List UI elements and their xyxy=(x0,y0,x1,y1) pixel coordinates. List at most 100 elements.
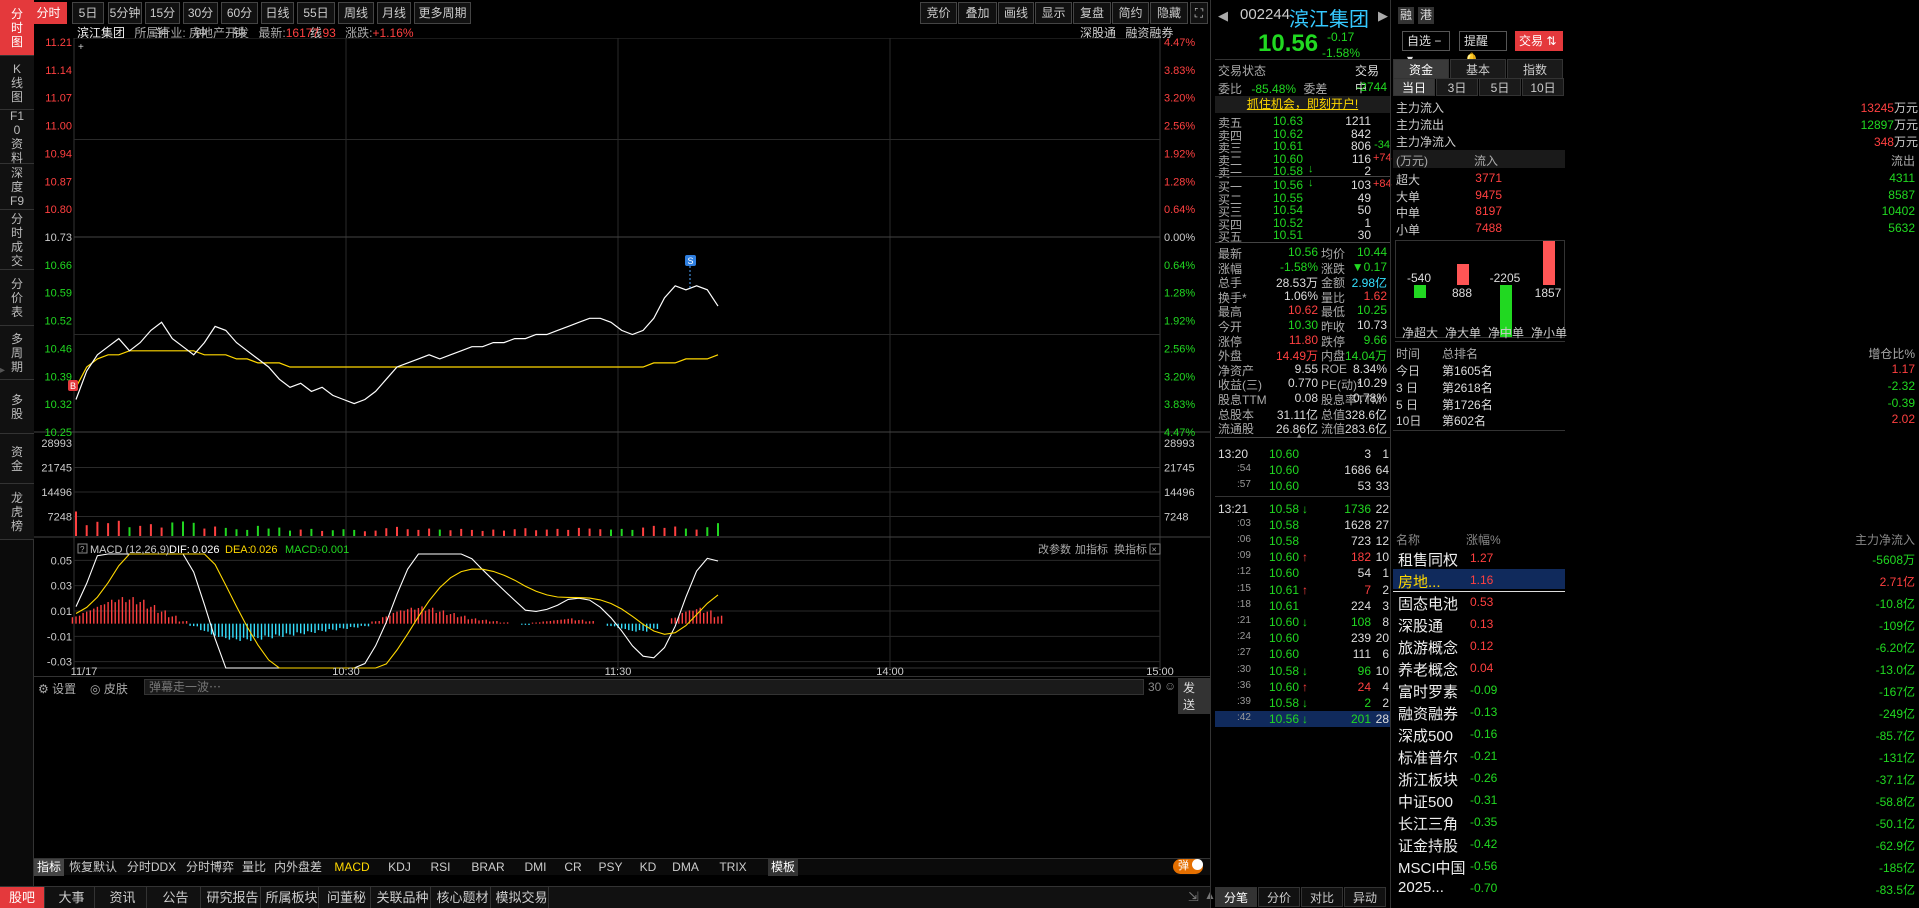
indicator-tab-0[interactable]: 指标 xyxy=(34,859,64,876)
toolbar-auction-button[interactable]: 竞价 xyxy=(920,2,957,24)
fund-day-tab-1[interactable]: 3日 xyxy=(1436,78,1478,96)
toolbar-draw-button[interactable]: 画线 xyxy=(998,2,1034,24)
sector-name[interactable]: 固态电池 xyxy=(1398,593,1458,614)
sidebar-tab-kline[interactable]: K线图 xyxy=(0,56,34,110)
send-button[interactable]: 发送 xyxy=(1178,678,1210,714)
change-params-link[interactable]: 改参数 xyxy=(1038,542,1071,556)
period-5day-button[interactable]: 5日 xyxy=(72,2,104,24)
open-account-banner[interactable]: 抓住机会，即刻开户! xyxy=(1215,96,1390,113)
sector-name[interactable]: 房地... xyxy=(1398,571,1441,592)
indicator-tab-2[interactable]: 分时DDX xyxy=(122,859,181,876)
period-weekly-button[interactable]: 周线 xyxy=(338,2,374,24)
bottom-tab-5[interactable]: 所属板块 xyxy=(265,887,319,908)
sidebar-tab-intraday[interactable]: 分时图 xyxy=(0,0,34,56)
hk-tag[interactable]: 港 xyxy=(1418,7,1434,24)
trade-button[interactable]: 交易 ⇅ xyxy=(1515,31,1563,51)
sector-name[interactable]: 旅游概念 xyxy=(1398,637,1458,658)
danmu-toggle[interactable]: 弹 xyxy=(1173,859,1203,874)
bottom-tab-7[interactable]: 关联品种 xyxy=(375,887,431,908)
sidebar-tab-depth[interactable]: 深度F9 xyxy=(0,164,34,210)
settings-button[interactable]: ⚙ 设置 xyxy=(38,680,76,697)
sidebar-tab-fund[interactable]: 资金 xyxy=(0,434,34,484)
indicator-tab-5[interactable]: 内外盘差 xyxy=(273,859,323,876)
period-intraday-button[interactable]: 分时 xyxy=(30,2,67,24)
bottom-tab-4[interactable]: 研究报告 xyxy=(205,887,261,908)
sector-name[interactable]: 浙江板块 xyxy=(1398,769,1458,790)
sector-name[interactable]: 证金持股 xyxy=(1398,835,1458,856)
bottom-tab-8[interactable]: 核心题材 xyxy=(435,887,491,908)
danmu-input[interactable] xyxy=(144,679,1144,695)
fund-tab-2[interactable]: 指数 xyxy=(1507,59,1563,79)
emoji-icon[interactable]: ☺ xyxy=(1164,679,1176,693)
bottom-tab-3[interactable]: 公告 xyxy=(151,887,201,908)
period-monthly-button[interactable]: 月线 xyxy=(377,2,411,24)
sidebar-tab-multi-stock[interactable]: 多股 xyxy=(0,380,34,434)
period-15min-button[interactable]: 15分钟 xyxy=(145,2,180,40)
indicator-tab-9[interactable]: BRAR xyxy=(463,859,513,876)
alert-button[interactable]: 提醒 🔔 xyxy=(1459,31,1507,66)
indicator-tab-8[interactable]: RSI xyxy=(422,859,459,876)
chevron-up-icon[interactable]: ▴ xyxy=(1297,430,1302,441)
sector-name[interactable]: 标准普尔 xyxy=(1398,747,1458,768)
indicator-tab-15[interactable]: TRIX xyxy=(708,859,758,876)
indicator-tab-14[interactable]: DMA xyxy=(667,859,704,876)
sidebar-tab-f10[interactable]: F10资料 xyxy=(0,109,34,165)
fund-day-tab-2[interactable]: 5日 xyxy=(1479,78,1521,96)
sidebar-tab-price-table[interactable]: 分价表 xyxy=(0,270,34,326)
indicator-tab-1[interactable]: 恢复默认 xyxy=(68,859,118,876)
toolbar-hide-button[interactable]: 隐藏 xyxy=(1150,2,1188,24)
fund-day-tab-3[interactable]: 10日 xyxy=(1522,78,1564,96)
add-indicator-link[interactable]: 加指标 xyxy=(1075,542,1108,556)
tick-tab-3[interactable]: 异动 xyxy=(1344,887,1386,907)
bottom-tab-9[interactable]: 模拟交易 xyxy=(495,887,549,908)
sector-name[interactable]: 租售同权 xyxy=(1398,549,1458,570)
indicator-tab-6[interactable]: MACD xyxy=(327,859,377,876)
prev-stock-icon[interactable]: ◀ xyxy=(1218,8,1228,24)
fund-tab-0[interactable]: 资金 xyxy=(1393,59,1449,79)
tick-tab-0[interactable]: 分笔 xyxy=(1215,887,1257,907)
indicator-tab-4[interactable]: 量比 xyxy=(239,859,269,876)
sidebar-tab-dragon-tiger[interactable]: 龙虎榜 xyxy=(0,484,34,540)
bottom-tab-6[interactable]: 问董秘 xyxy=(323,887,371,908)
period-more-button[interactable]: 更多周期 xyxy=(414,2,471,24)
tick-tab-1[interactable]: 分价 xyxy=(1258,887,1300,907)
fund-day-tab-0[interactable]: 当日 xyxy=(1393,78,1435,96)
bottom-tab-0[interactable]: 股吧 xyxy=(0,887,45,908)
bottom-tab-1[interactable]: 大事 xyxy=(49,887,95,908)
sector-name[interactable]: 深股通 xyxy=(1398,615,1443,636)
sector-name[interactable]: 富时罗素 xyxy=(1398,681,1458,702)
indicator-tab-10[interactable]: DMI xyxy=(517,859,554,876)
indicator-tab-16[interactable]: 模板 xyxy=(768,859,798,876)
sidebar-tab-multi-period[interactable]: 多周期 xyxy=(0,326,34,380)
sector-name[interactable]: 中证500 xyxy=(1398,791,1453,812)
toolbar-simple-button[interactable]: 简约 xyxy=(1112,2,1149,24)
main-chart[interactable]: 11.21 4.47% 11.14 3.83% 11.07 3.20% 11.00 2.56%… xyxy=(34,38,1210,676)
period-daily-button[interactable]: 日线 xyxy=(261,2,294,24)
indicator-tab-12[interactable]: PSY xyxy=(592,859,629,876)
resize-icon[interactable]: ⇲ xyxy=(1188,889,1199,905)
indicator-tab-11[interactable]: CR xyxy=(558,859,588,876)
fullscreen-button[interactable]: ⛶ xyxy=(1190,2,1208,24)
period-55day-button[interactable]: 55日线 xyxy=(297,2,335,40)
period-30min-button[interactable]: 30分钟 xyxy=(183,2,218,40)
switch-indicator-link[interactable]: 换指标 xyxy=(1114,542,1147,556)
next-stock-icon[interactable]: ▶ xyxy=(1378,8,1388,24)
indicator-tab-13[interactable]: KD xyxy=(633,859,663,876)
sector-name[interactable]: 长江三角 xyxy=(1398,813,1458,834)
fund-tab-1[interactable]: 基本 xyxy=(1450,59,1506,79)
period-5min-button[interactable]: 5分钟 xyxy=(108,2,142,24)
margin-tag[interactable]: 融 xyxy=(1398,7,1414,24)
tick-tab-2[interactable]: 对比 xyxy=(1301,887,1343,907)
indicator-tab-3[interactable]: 分时博弈 xyxy=(185,859,235,876)
period-60min-button[interactable]: 60分钟 xyxy=(221,2,258,40)
expand-icon[interactable]: ▸ xyxy=(0,365,5,376)
sector-name[interactable]: 2025... xyxy=(1398,879,1444,896)
sector-name[interactable]: 深成500 xyxy=(1398,725,1453,746)
skin-button[interactable]: ◎ 皮肤 xyxy=(90,680,128,697)
indicator-tab-7[interactable]: KDJ xyxy=(381,859,418,876)
bottom-tab-2[interactable]: 资讯 xyxy=(99,887,147,908)
toolbar-display-button[interactable]: 显示 xyxy=(1035,2,1072,24)
add-watchlist-button[interactable]: 自选 − ▾ xyxy=(1402,31,1450,66)
toolbar-overlay-button[interactable]: 叠加 xyxy=(958,2,997,24)
toolbar-replay-button[interactable]: 复盘 xyxy=(1073,2,1111,24)
